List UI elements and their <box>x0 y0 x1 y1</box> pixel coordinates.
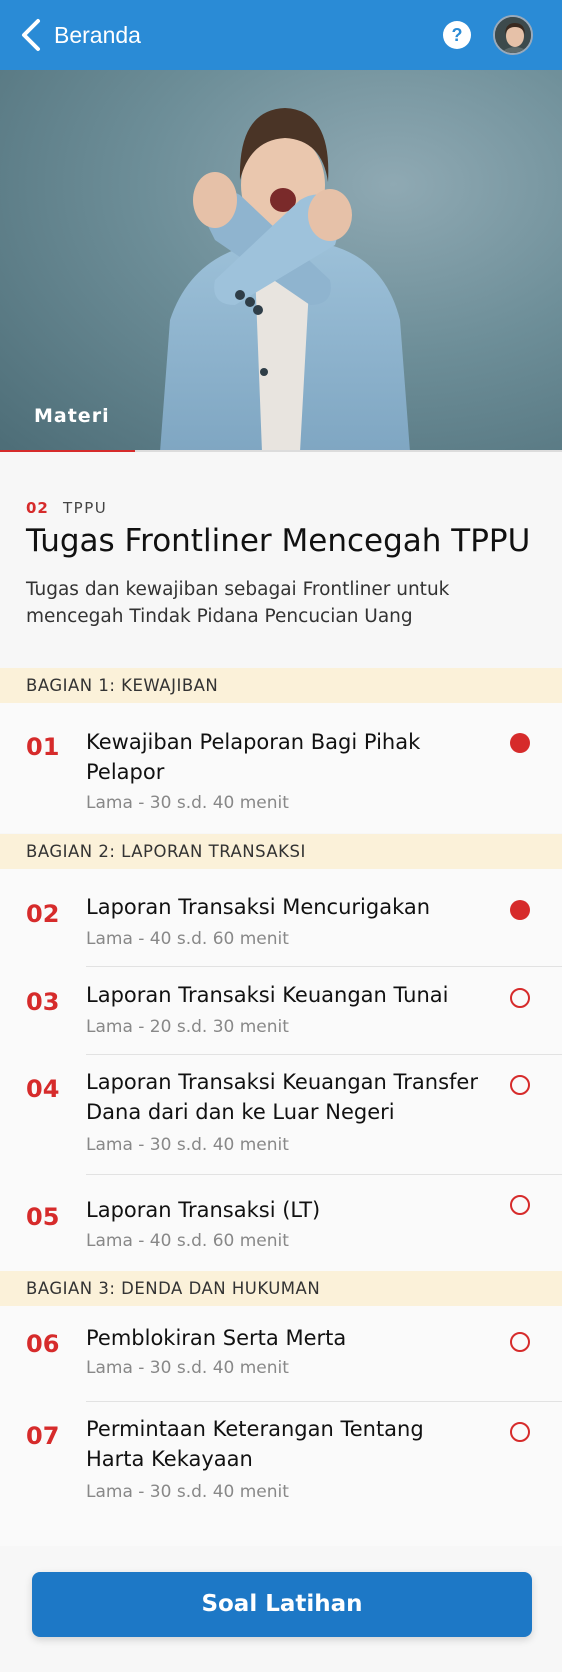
lesson-title: Kewajiban Pelaporan Bagi Pihak Pelapor <box>86 730 421 784</box>
back-button[interactable]: Beranda <box>18 16 148 54</box>
tab-indicator <box>0 450 135 452</box>
lesson-title: Laporan Transaksi Keuangan Transfer Dana… <box>86 1070 478 1124</box>
section-header: BAGIAN 1: KEWAJIBAN <box>0 668 562 703</box>
status-circle-icon <box>510 1332 530 1352</box>
page-title: Tugas Frontliner Mencegah TPPU <box>26 523 531 559</box>
help-icon[interactable]: ? <box>443 21 471 49</box>
lesson-title: Pemblokiran Serta Merta <box>86 1326 347 1350</box>
hero-image: Materi <box>0 70 562 452</box>
lesson-number: 05 <box>26 1203 60 1231</box>
back-label: Beranda <box>54 21 141 48</box>
lesson-duration: Lama - 40 s.d. 60 menit <box>86 1231 289 1251</box>
lesson-item[interactable]: 07 Permintaan Keterangan Tentang Harta K… <box>0 1402 562 1546</box>
practice-questions-button[interactable]: Soal Latihan <box>32 1572 532 1637</box>
lesson-duration: Lama - 30 s.d. 40 menit <box>86 1358 289 1378</box>
section-header: BAGIAN 2: LAPORAN TRANSAKSI <box>0 834 562 869</box>
top-bar: Beranda ? <box>0 0 562 70</box>
status-dot-icon <box>510 900 530 920</box>
status-circle-icon <box>510 1195 530 1215</box>
lesson-item[interactable]: 02 Laporan Transaksi Mencurigakan Lama -… <box>0 869 562 967</box>
lesson-item[interactable]: 05 Laporan Transaksi (LT) Lama - 40 s.d.… <box>0 1175 562 1271</box>
lesson-duration: Lama - 40 s.d. 60 menit <box>86 929 289 949</box>
lesson-duration: Lama - 30 s.d. 40 menit <box>86 1482 289 1502</box>
lesson-number: 03 <box>26 988 60 1016</box>
lesson-number: 02 <box>26 900 60 928</box>
hero-photo <box>160 108 410 452</box>
lesson-duration: Lama - 30 s.d. 40 menit <box>86 793 289 813</box>
status-dot-icon <box>510 733 530 753</box>
lesson-duration: Lama - 20 s.d. 30 menit <box>86 1017 289 1037</box>
lesson-item[interactable]: 04 Laporan Transaksi Keuangan Transfer D… <box>0 1055 562 1175</box>
lesson-title: Laporan Transaksi Keuangan Tunai <box>86 983 449 1007</box>
lesson-title: Permintaan Keterangan Tentang Harta Keka… <box>86 1417 424 1471</box>
lesson-title: Laporan Transaksi (LT) <box>86 1198 321 1222</box>
lesson-duration: Lama - 30 s.d. 40 menit <box>86 1135 289 1155</box>
lesson-item[interactable]: 01 Kewajiban Pelaporan Bagi Pihak Pelapo… <box>0 703 562 833</box>
lesson-number: 06 <box>26 1330 60 1358</box>
chevron-left-icon <box>22 19 40 51</box>
avatar[interactable] <box>493 15 533 55</box>
module-number: 02 <box>26 499 49 517</box>
section-header: BAGIAN 3: DENDA DAN HUKUMAN <box>0 1271 562 1306</box>
module-category: TPPU <box>63 499 108 517</box>
status-circle-icon <box>510 1422 530 1442</box>
lesson-item[interactable]: 06 Pemblokiran Serta Merta Lama - 30 s.d… <box>0 1306 562 1402</box>
lesson-title: Laporan Transaksi Mencurigakan <box>86 895 431 919</box>
status-circle-icon <box>510 988 530 1008</box>
lesson-number: 01 <box>26 733 60 761</box>
tab-materi[interactable]: Materi <box>34 405 110 427</box>
lesson-item[interactable]: 03 Laporan Transaksi Keuangan Tunai Lama… <box>0 967 562 1055</box>
lesson-number: 07 <box>26 1422 60 1450</box>
module-header: 02 TPPU Tugas Frontliner Mencegah TPPU T… <box>0 456 562 666</box>
status-circle-icon <box>510 1075 530 1095</box>
lesson-number: 04 <box>26 1075 60 1103</box>
module-description: Tugas dan kewajiban sebagai Frontliner u… <box>26 579 450 627</box>
